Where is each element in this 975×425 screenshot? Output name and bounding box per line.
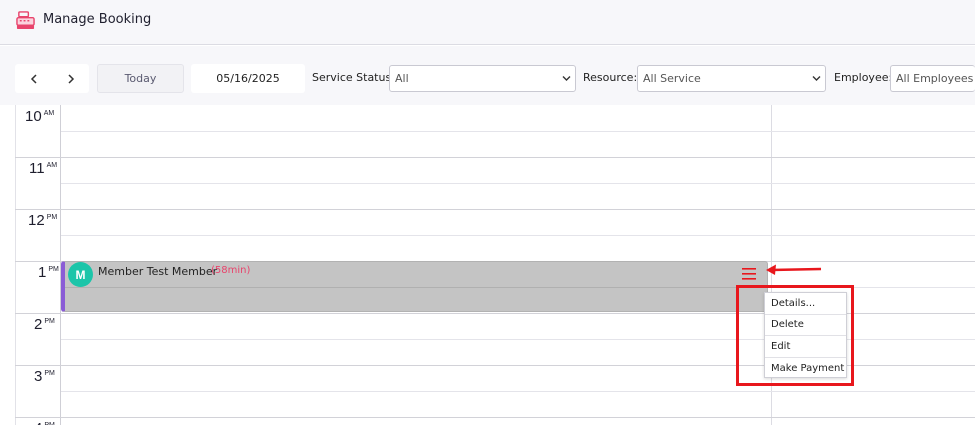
booking-duration: (58min) — [211, 265, 251, 276]
previous-day-button[interactable] — [15, 64, 52, 93]
annotation-arrow-icon — [766, 264, 822, 275]
today-button[interactable]: Today — [97, 64, 184, 93]
half-hour-line — [61, 391, 975, 392]
booking-divider — [65, 287, 767, 288]
menu-item-details[interactable]: Details... — [765, 293, 846, 315]
page-title: Manage Booking — [43, 12, 152, 27]
date-navigation — [15, 64, 89, 93]
resource-label: Resource: — [583, 71, 638, 84]
booking-customer-name: Member Test Member — [98, 265, 218, 278]
resource-select[interactable]: All Service — [637, 65, 826, 92]
hour-label: 2 PM — [34, 316, 55, 333]
hour-label: 10 AM — [25, 108, 55, 125]
service-status-label: Service Status: — [312, 71, 395, 84]
hamburger-menu-icon[interactable] — [742, 267, 756, 281]
hour-line — [15, 157, 975, 158]
menu-item-make-payment[interactable]: Make Payment — [765, 358, 846, 380]
hour-label: 11 AM — [29, 160, 58, 177]
hour-label: 1 PM — [38, 264, 59, 281]
hour-line — [15, 209, 975, 210]
hour-label: 3 PM — [34, 368, 55, 385]
service-status-select[interactable]: All — [389, 65, 576, 92]
half-hour-line — [61, 235, 975, 236]
cash-register-icon — [16, 11, 35, 30]
chevron-down-icon — [812, 76, 821, 81]
half-hour-line — [61, 183, 975, 184]
employee-value: All Employees — [896, 72, 974, 85]
booking-toolbar: Today 05/16/2025 Service Status: All Res… — [0, 46, 975, 105]
chevron-right-icon — [67, 73, 74, 84]
hour-line — [15, 417, 975, 418]
hour-label: 12 PM — [28, 212, 58, 229]
booking-event[interactable]: M Member Test Member (58min) — [61, 261, 768, 312]
chevron-down-icon — [562, 76, 571, 81]
employee-label: Employee: — [834, 71, 893, 84]
half-hour-line — [61, 131, 975, 132]
booking-context-menu: Details... Delete Edit Make Payment — [764, 292, 847, 378]
service-status-value: All — [395, 72, 409, 85]
hour-label: 4PM — [34, 420, 55, 425]
chevron-left-icon — [30, 73, 37, 84]
menu-item-edit[interactable]: Edit — [765, 336, 846, 358]
date-field[interactable]: 05/16/2025 — [191, 64, 305, 93]
employee-select[interactable]: All Employees — [890, 65, 975, 92]
top-bar: Manage Booking — [0, 0, 975, 45]
next-day-button[interactable] — [52, 64, 89, 93]
avatar: M — [68, 262, 93, 287]
menu-item-delete[interactable]: Delete — [765, 315, 846, 336]
resource-value: All Service — [643, 72, 701, 85]
